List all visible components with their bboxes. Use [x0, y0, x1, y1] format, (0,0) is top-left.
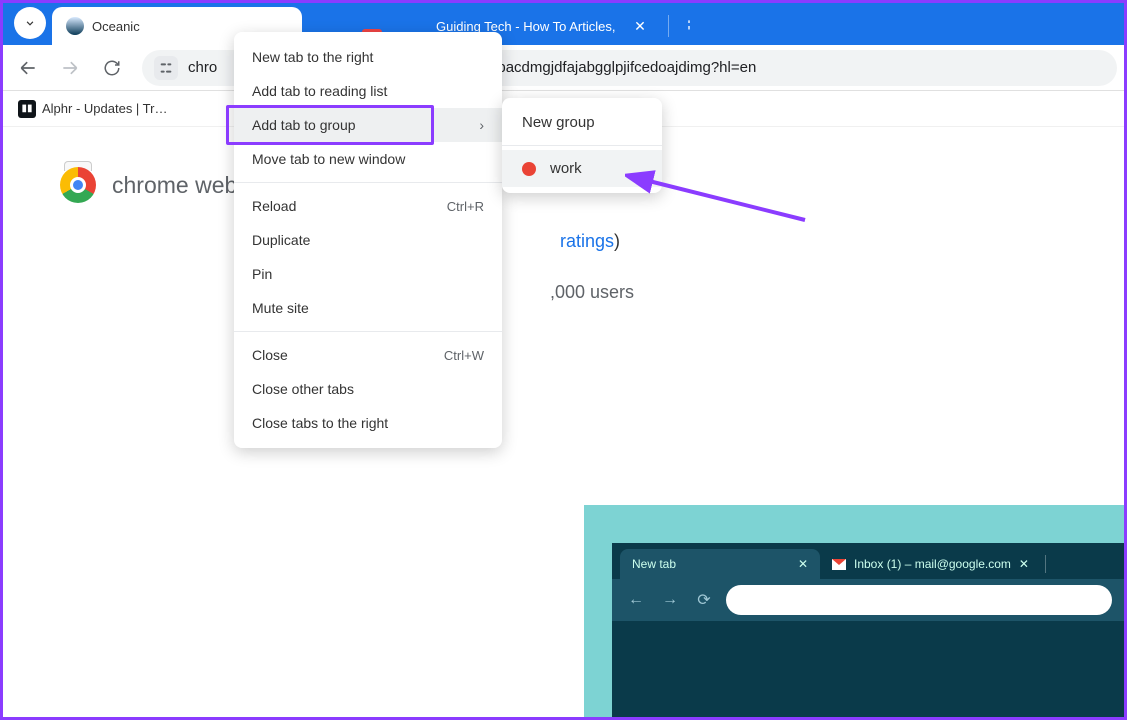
- preview-tab-newtab[interactable]: New tab ✕: [620, 549, 820, 579]
- menu-pin[interactable]: Pin: [234, 257, 502, 291]
- back-button[interactable]: ←: [624, 591, 648, 609]
- gmail-icon: [832, 559, 846, 570]
- menu-new-tab-right[interactable]: New tab to the right: [234, 40, 502, 74]
- submenu-group-work[interactable]: work: [502, 150, 662, 187]
- trello-icon: ▮▮: [18, 100, 36, 118]
- tab-context-menu: New tab to the right Add tab to reading …: [234, 32, 502, 448]
- bookmark-item[interactable]: ▮▮ Alphr - Updates | Tr…: [12, 96, 173, 122]
- menu-duplicate[interactable]: Duplicate: [234, 223, 502, 257]
- oceanic-favicon-icon: [66, 17, 84, 35]
- reload-icon: [103, 59, 121, 77]
- menu-reload[interactable]: ReloadCtrl+R: [234, 189, 502, 223]
- preview-address-bar[interactable]: [726, 585, 1112, 615]
- site-settings-icon[interactable]: [154, 56, 178, 80]
- close-tab-icon[interactable]: ✕: [1019, 557, 1029, 571]
- reload-button[interactable]: [94, 50, 130, 86]
- back-button[interactable]: [10, 50, 46, 86]
- submenu-separator: [502, 145, 662, 146]
- forward-button[interactable]: →: [658, 591, 682, 609]
- ratings-link[interactable]: ratings: [560, 231, 614, 251]
- tab-separator: [668, 15, 669, 37]
- arrow-left-icon: [18, 58, 38, 78]
- bookmark-label: Alphr - Updates | Tr…: [42, 101, 167, 116]
- menu-separator: [234, 182, 502, 183]
- preview-tab-strip: New tab ✕ Inbox (1) – mail@google.com ✕: [612, 543, 1124, 579]
- menu-move-window[interactable]: Move tab to new window: [234, 142, 502, 176]
- browser-toolbar: chromewebstore.google.com/detail/oceanic…: [0, 45, 1127, 91]
- group-color-dot-icon: [522, 162, 536, 176]
- add-to-group-submenu: New group work: [502, 98, 662, 193]
- ratings-line: ratings): [560, 231, 1067, 252]
- menu-close-other[interactable]: Close other tabs: [234, 372, 502, 406]
- tab-title: Oceanic: [92, 19, 140, 34]
- menu-close-right[interactable]: Close tabs to the right: [234, 406, 502, 440]
- preview-toolbar: ← → ⟳: [612, 579, 1124, 621]
- tab-strip: Oceanic Guiding Tech - How To Articles, …: [0, 0, 1127, 45]
- close-tab-icon[interactable]: ✕: [798, 557, 808, 571]
- tab-indicator: [678, 23, 738, 26]
- preview-window: New tab ✕ Inbox (1) – mail@google.com ✕ …: [584, 505, 1124, 717]
- menu-add-to-group[interactable]: Add tab to group ›: [234, 108, 502, 142]
- reload-button[interactable]: ⟳: [692, 590, 716, 610]
- submenu-new-group[interactable]: New group: [502, 104, 662, 141]
- menu-close[interactable]: CloseCtrl+W: [234, 338, 502, 372]
- forward-button[interactable]: [52, 50, 88, 86]
- chrome-web-store-logo-icon: [60, 167, 96, 203]
- profile-button[interactable]: [14, 7, 46, 39]
- menu-mute[interactable]: Mute site: [234, 291, 502, 325]
- preview-tab-gmail[interactable]: Inbox (1) – mail@google.com ✕: [820, 549, 1041, 579]
- menu-separator: [234, 331, 502, 332]
- chevron-down-icon: [23, 16, 37, 30]
- users-count: ,000 users: [550, 282, 1067, 303]
- chevron-right-icon: ›: [479, 117, 484, 133]
- close-tab-icon[interactable]: ✕: [632, 18, 648, 34]
- arrow-right-icon: [60, 58, 80, 78]
- tab-separator: [1045, 555, 1046, 573]
- menu-add-reading-list[interactable]: Add tab to reading list: [234, 74, 502, 108]
